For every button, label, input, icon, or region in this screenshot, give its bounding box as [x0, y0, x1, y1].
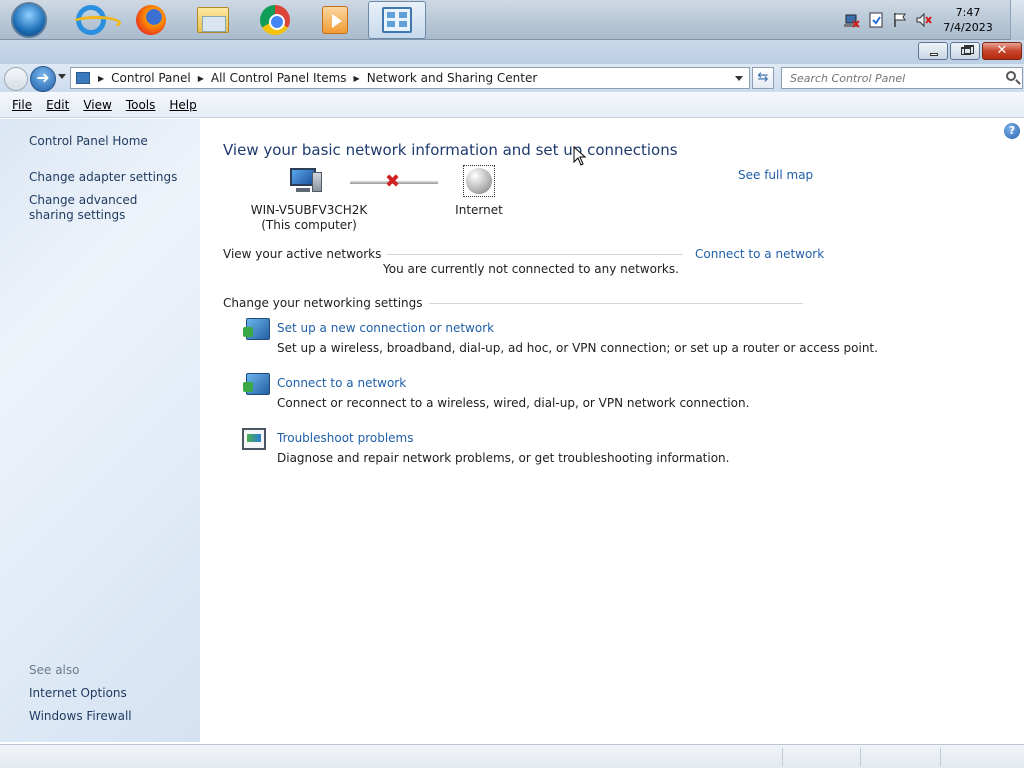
internet-globe-icon[interactable]: [463, 165, 495, 197]
explorer-window: ✕ ➜ ▶ Control Panel ▶ All Control Panel …: [0, 40, 1024, 768]
breadcrumb-chevron-icon[interactable]: ▶: [98, 74, 104, 83]
connect-to-network-link[interactable]: Connect to a network: [689, 247, 825, 261]
breadcrumb-network-sharing[interactable]: Network and Sharing Center: [367, 71, 538, 85]
connect-network-icon: [243, 373, 270, 395]
refresh-button[interactable]: ⇆: [752, 67, 774, 89]
menu-tools-label: Tools: [125, 97, 156, 112]
not-connected-message: You are currently not connected to any n…: [383, 262, 679, 276]
computer-icon[interactable]: [290, 168, 322, 194]
search-input[interactable]: [782, 68, 992, 88]
internet-explorer-icon: [71, 5, 121, 35]
control-panel-icon: [382, 7, 412, 33]
clock-date: 7/4/2023: [943, 21, 993, 34]
status-divider: [860, 748, 861, 766]
menu-help[interactable]: Help: [169, 98, 196, 112]
sidebar-change-advanced-sharing[interactable]: Change advanced sharing settings: [29, 193, 179, 223]
divider: [360, 254, 683, 255]
search-icon[interactable]: [1006, 71, 1016, 81]
page-title: View your basic network information and …: [223, 141, 678, 159]
task-connect-network-desc: Connect or reconnect to a wireless, wire…: [277, 396, 750, 410]
restore-button[interactable]: [950, 42, 980, 60]
see-also-heading: See also: [29, 663, 80, 677]
menu-edit[interactable]: Edit: [46, 98, 69, 112]
menu-edit-label: Edit: [46, 97, 70, 112]
clock-time: 7:47: [955, 6, 981, 19]
breadcrumb-control-panel[interactable]: Control Panel: [111, 71, 191, 85]
taskbar-media-player[interactable]: [306, 0, 364, 40]
sidebar-internet-options[interactable]: Internet Options: [29, 686, 127, 701]
sidebar-control-panel-home[interactable]: Control Panel Home: [29, 134, 148, 149]
back-button[interactable]: [4, 67, 28, 91]
mouse-cursor-icon: [573, 146, 587, 166]
computer-name: WIN-V5UBFV3CH2K: [250, 203, 368, 217]
content-area: Control Panel Home Change adapter settin…: [0, 119, 1024, 742]
help-icon[interactable]: ?: [1004, 123, 1020, 139]
control-panel-small-icon: [76, 72, 90, 84]
show-desktop-button[interactable]: [1010, 0, 1024, 40]
media-player-icon: [322, 6, 348, 34]
forward-button[interactable]: ➜: [30, 66, 56, 92]
task-setup-connection-desc: Set up a wireless, broadband, dial-up, a…: [277, 341, 878, 355]
status-divider: [782, 748, 783, 766]
menu-view-label: View: [83, 97, 112, 112]
task-troubleshoot-desc: Diagnose and repair network problems, or…: [277, 451, 730, 465]
close-button[interactable]: ✕: [982, 42, 1022, 60]
status-bar: [0, 744, 1024, 768]
task-connect-network-link[interactable]: Connect to a network: [277, 376, 406, 390]
task-setup-connection-link[interactable]: Set up a new connection or network: [277, 321, 494, 335]
close-icon: ✕: [996, 43, 1008, 58]
sidebar: Control Panel Home Change adapter settin…: [0, 119, 200, 742]
flag-icon[interactable]: [892, 12, 908, 28]
minimize-button[interactable]: [918, 42, 948, 60]
system-tray: 7:47 7/4/2023: [840, 0, 1024, 40]
windows-orb-icon: [11, 2, 47, 38]
folder-icon: [197, 7, 229, 33]
computer-subtitle: (This computer): [261, 218, 357, 232]
minimize-icon: [930, 53, 938, 56]
restore-icon: [961, 45, 974, 55]
breadcrumb-all-items[interactable]: All Control Panel Items: [211, 71, 347, 85]
sidebar-change-adapter-settings[interactable]: Change adapter settings: [29, 170, 177, 185]
breadcrumb-chevron-icon[interactable]: ▶: [198, 74, 204, 83]
sidebar-windows-firewall[interactable]: Windows Firewall: [29, 709, 132, 724]
disconnected-x-icon[interactable]: ✖: [385, 173, 400, 191]
new-connection-icon: [243, 318, 270, 340]
status-divider: [940, 748, 941, 766]
network-disconnected-icon[interactable]: [844, 12, 860, 28]
taskbar-windows-explorer[interactable]: [184, 0, 242, 40]
taskbar-control-panel[interactable]: [368, 1, 426, 39]
taskbar-firefox[interactable]: [122, 0, 180, 40]
search-box[interactable]: [781, 67, 1023, 89]
title-bar[interactable]: ✕: [0, 40, 1024, 64]
clock[interactable]: 7:47 7/4/2023: [936, 5, 1000, 35]
divider: [400, 303, 803, 304]
menu-tools[interactable]: Tools: [126, 98, 156, 112]
menu-file-label: File: [12, 97, 33, 112]
breadcrumb-chevron-icon[interactable]: ▶: [354, 74, 360, 83]
menu-file[interactable]: File: [12, 98, 32, 112]
change-settings-label: Change your networking settings: [223, 296, 429, 310]
taskbar: 7:47 7/4/2023: [0, 0, 1024, 40]
taskbar-internet-explorer[interactable]: [62, 0, 121, 40]
address-history-dropdown[interactable]: [735, 76, 743, 81]
chrome-icon: [260, 5, 290, 35]
troubleshoot-icon: [242, 428, 266, 450]
menu-help-label: Help: [169, 97, 197, 112]
task-troubleshoot-link[interactable]: Troubleshoot problems: [277, 431, 413, 445]
navigation-bar: ➜ ▶ Control Panel ▶ All Control Panel It…: [0, 64, 1024, 92]
action-center-icon[interactable]: [868, 12, 884, 28]
see-full-map-link[interactable]: See full map: [738, 168, 813, 182]
taskbar-chrome[interactable]: [246, 0, 304, 40]
internet-label: Internet: [455, 203, 503, 217]
firefox-icon: [136, 5, 166, 35]
start-button[interactable]: [0, 0, 58, 40]
volume-muted-icon[interactable]: [916, 12, 932, 28]
active-networks-label: View your active networks: [223, 247, 388, 261]
address-bar[interactable]: ▶ Control Panel ▶ All Control Panel Item…: [70, 67, 750, 89]
menu-bar: File Edit View Tools Help: [0, 92, 1024, 118]
recent-pages-dropdown[interactable]: [58, 74, 66, 79]
main-panel: ? View your basic network information an…: [200, 119, 1024, 742]
menu-view[interactable]: View: [83, 98, 111, 112]
